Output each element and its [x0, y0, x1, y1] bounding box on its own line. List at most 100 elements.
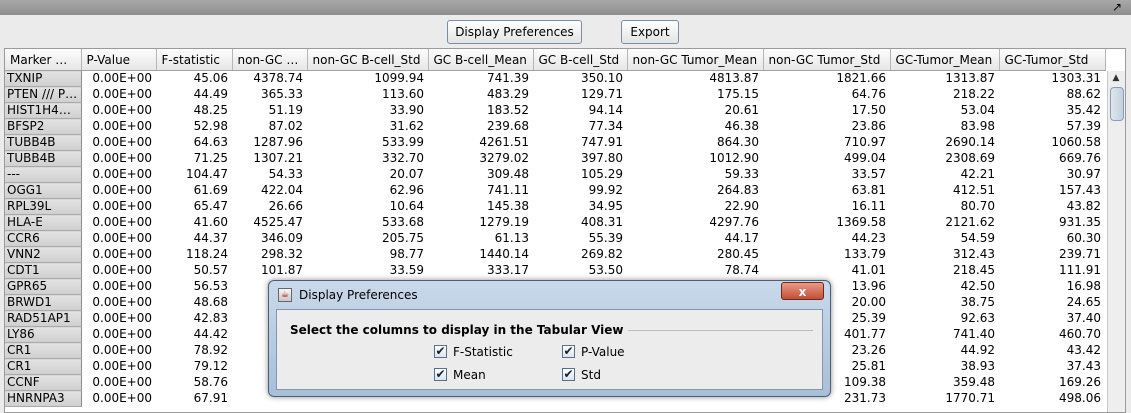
table-row[interactable]: PTEN /// PT... 0.00E+00 44.49 365.33 113.60 4…	[5, 86, 1105, 103]
column-header[interactable]: F-statistic	[156, 49, 233, 71]
table-cell: 1099.94	[374, 71, 424, 86]
column-header[interactable]: GC B-cell_Mean	[428, 49, 534, 71]
table-cell: 1279.19	[479, 215, 529, 229]
table-cell: 0.00E+00	[92, 87, 152, 101]
table-cell: 16.98	[1066, 279, 1101, 293]
column-header[interactable]: GC B-cell_Std	[533, 49, 628, 71]
table-cell: 1012.90	[709, 151, 759, 165]
maximize-icon[interactable]: ↗	[1112, 1, 1122, 13]
mean-option[interactable]: ✔ Mean	[434, 367, 486, 383]
table-cell: 4378.74	[253, 71, 303, 86]
table-cell: 99.92	[588, 183, 623, 197]
table-cell: 498.06	[1059, 391, 1101, 405]
table-cell: 747.91	[581, 135, 623, 149]
column-header[interactable]: non-GC B-cell_Std	[307, 49, 429, 71]
table-cell: 54.59	[960, 231, 995, 245]
table-row[interactable]: BFSP2 0.00E+00 52.98 87.02 31.62 239.68 77.34 4…	[5, 118, 1105, 135]
export-button[interactable]: Export	[621, 20, 679, 44]
table-row[interactable]: OGG1 0.00E+00 61.69 422.04 62.96 741.11 99.92 2…	[5, 182, 1105, 199]
table-cell: 280.45	[717, 247, 759, 261]
table-cell: 346.09	[261, 231, 303, 245]
table-cell: 71.25	[193, 151, 228, 165]
table-cell: 269.82	[581, 247, 623, 261]
std-option[interactable]: ✔ Std	[562, 367, 601, 383]
table-row[interactable]: RPL39L 0.00E+00 65.47 26.66 10.64 145.38 34.95…	[5, 198, 1105, 215]
table-cell: 218.22	[953, 87, 995, 101]
table-row[interactable]: VNN2 0.00E+00 118.24 298.32 98.77 1440.14 269.…	[5, 246, 1105, 263]
table-cell: 0.00E+00	[92, 151, 152, 165]
scroll-up-icon[interactable]: ▲	[1108, 71, 1124, 85]
display-preferences-button[interactable]: Display Preferences	[447, 20, 582, 44]
column-header[interactable]: non-GC B...	[232, 49, 308, 71]
table-cell: 397.80	[581, 151, 623, 165]
table-cell: 1440.14	[479, 247, 529, 261]
table-cell: 205.75	[382, 231, 424, 245]
vertical-scrollbar[interactable]: ▲	[1107, 71, 1125, 412]
table-cell: 98.77	[389, 247, 424, 261]
table-cell: 59.33	[724, 167, 759, 181]
table-cell: 38.93	[960, 359, 995, 373]
table-cell: 175.15	[717, 87, 759, 101]
table-cell: 44.37	[193, 231, 228, 245]
table-cell: 460.70	[1059, 327, 1101, 341]
std-checkbox[interactable]: ✔	[562, 368, 575, 381]
table-cell: 1287.96	[253, 135, 303, 149]
table-cell: 359.48	[953, 375, 995, 389]
table-row[interactable]: TUBB4B 0.00E+00 64.63 1287.96 533.99 4261.51 7…	[5, 134, 1105, 151]
toolbar: Display Preferences Export	[0, 15, 1131, 47]
table-row[interactable]: CDT1 0.00E+00 50.57 101.87 33.59 333.17 53.50 7…	[5, 262, 1105, 279]
table-cell: 0.00E+00	[92, 247, 152, 261]
column-header[interactable]: GC-Tumor_Mean	[890, 49, 1000, 71]
table-cell: 56.53	[193, 279, 228, 293]
table-cell: 92.63	[960, 311, 995, 325]
f-statistic-option[interactable]: ✔ F-Statistic	[434, 344, 513, 360]
table-cell: 55.39	[588, 231, 623, 245]
table-row[interactable]: --- 0.00E+00 104.47 54.33 20.07 309.48 105.29 5…	[5, 166, 1105, 183]
table-cell: 54.33	[268, 167, 303, 181]
table-cell: 864.30	[717, 135, 759, 149]
marker-name-cell: ---	[5, 166, 82, 183]
column-header[interactable]: P-Value	[81, 49, 157, 71]
marker-name-cell: CR1	[5, 342, 82, 359]
marker-name-cell: TUBB4B	[5, 134, 82, 151]
dialog-close-button[interactable]: x	[781, 282, 824, 300]
scrollbar-thumb[interactable]	[1110, 87, 1124, 121]
table-cell: 183.52	[487, 103, 529, 117]
column-header[interactable]: Marker Na...	[5, 49, 82, 71]
table-cell: 332.70	[382, 151, 424, 165]
table-cell: 0.00E+00	[92, 391, 152, 405]
table-cell: 44.42	[193, 327, 228, 341]
table-cell: 44.49	[193, 87, 228, 101]
table-cell: 309.48	[487, 167, 529, 181]
table-cell: 1303.31	[1051, 71, 1101, 86]
table-cell: 1313.87	[945, 71, 995, 86]
column-header[interactable]: non-GC Tumor_Std	[763, 49, 891, 71]
table-cell: 63.81	[851, 183, 886, 197]
f-statistic-checkbox[interactable]: ✔	[434, 345, 447, 358]
marker-name-cell: LY86	[5, 326, 82, 343]
marker-name-cell: OGG1	[5, 182, 82, 199]
table-row[interactable]: CCR6 0.00E+00 44.37 346.09 205.75 61.13 55.39 4…	[5, 230, 1105, 247]
table-row[interactable]: HLA-E 0.00E+00 41.60 4525.47 533.68 1279.19 40…	[5, 214, 1105, 231]
table-row[interactable]: TUBB4B 0.00E+00 71.25 1307.21 332.70 3279.02 3…	[5, 150, 1105, 167]
table-cell: 931.35	[1059, 215, 1101, 229]
p-value-label: P-Value	[581, 345, 625, 359]
mean-checkbox[interactable]: ✔	[434, 368, 447, 381]
table-cell: 145.38	[487, 199, 529, 213]
column-header[interactable]: non-GC Tumor_Mean	[627, 49, 764, 71]
table-cell: 169.26	[1059, 375, 1101, 389]
column-header[interactable]: GC-Tumor_Std	[999, 49, 1106, 71]
table-cell: 669.76	[1059, 151, 1101, 165]
table-cell: 412.51	[953, 183, 995, 197]
table-row[interactable]: HIST1H4A ... 0.00E+00 48.25 51.19 33.90 183.5…	[5, 102, 1105, 119]
table-cell: 157.43	[1059, 183, 1101, 197]
table-cell: 0.00E+00	[92, 71, 152, 86]
table-row[interactable]: TXNIP 0.00E+00 45.06 4378.74 1099.94 741.39 35…	[5, 70, 1105, 87]
table-cell: 2690.14	[945, 135, 995, 149]
table-cell: 741.39	[487, 71, 529, 86]
p-value-option[interactable]: ✔ P-Value	[562, 344, 625, 360]
table-cell: 44.17	[724, 231, 759, 245]
marker-name-cell: CDT1	[5, 262, 82, 279]
table-cell: 37.40	[1066, 311, 1101, 325]
p-value-checkbox[interactable]: ✔	[562, 345, 575, 358]
